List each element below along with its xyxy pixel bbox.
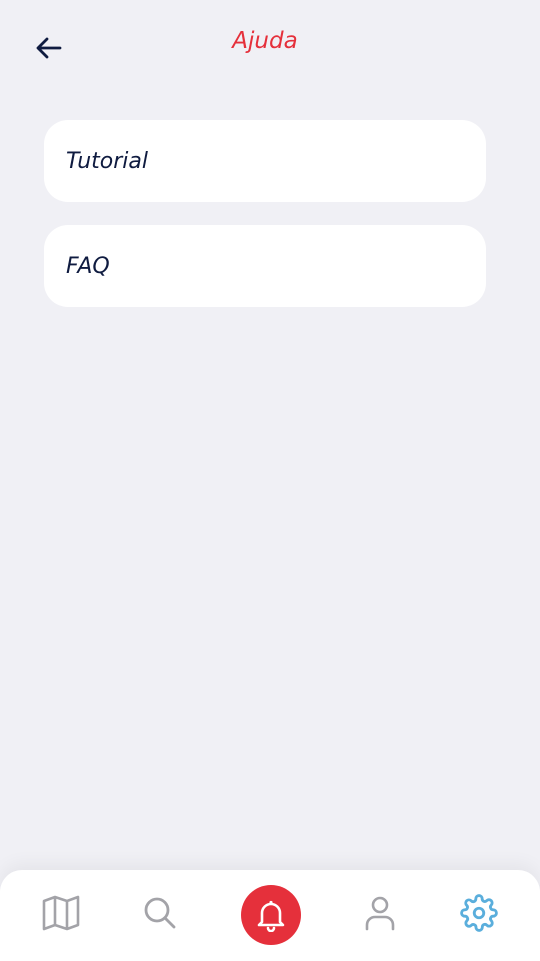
help-menu: Tutorial FAQ — [44, 120, 486, 330]
tab-search[interactable] — [135, 888, 185, 938]
tab-profile[interactable] — [355, 888, 405, 938]
user-icon — [365, 896, 395, 931]
menu-item-tutorial[interactable]: Tutorial — [44, 120, 486, 202]
map-icon — [42, 895, 80, 931]
tab-map[interactable] — [36, 888, 86, 938]
bell-icon — [257, 900, 285, 932]
menu-item-label: Tutorial — [66, 148, 149, 174]
bottom-tab-bar — [0, 870, 540, 961]
page-title: Ajuda — [232, 28, 298, 54]
gear-icon — [460, 894, 498, 932]
app-header: Ajuda — [0, 0, 540, 90]
search-icon — [144, 897, 176, 929]
menu-item-label: FAQ — [66, 253, 110, 279]
tab-settings[interactable] — [454, 888, 504, 938]
menu-item-faq[interactable]: FAQ — [44, 225, 486, 307]
tab-alert[interactable] — [241, 885, 301, 945]
